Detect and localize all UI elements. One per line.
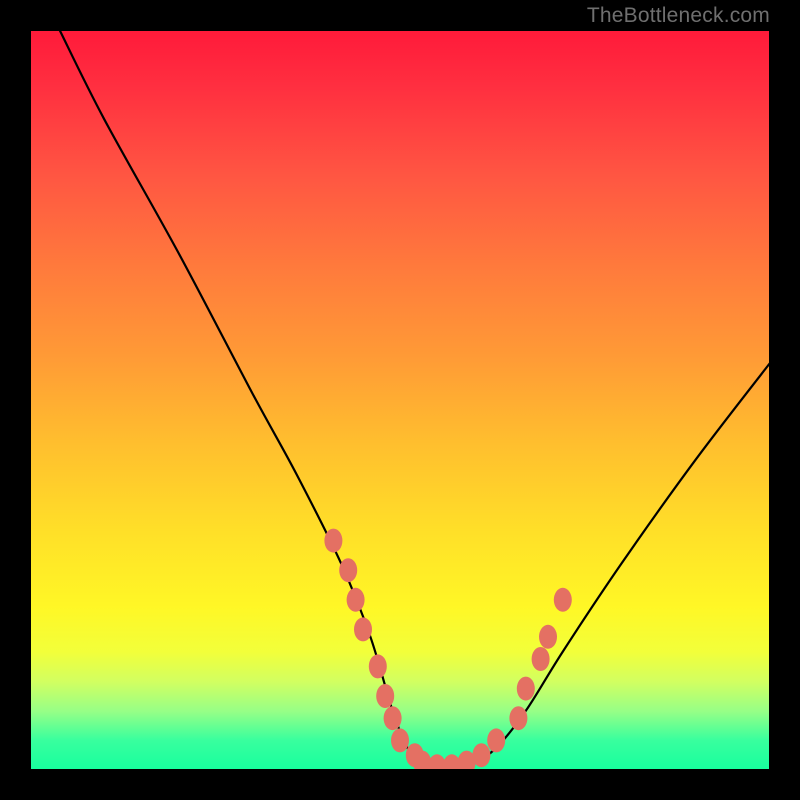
curve-markers bbox=[324, 529, 571, 770]
curve-marker bbox=[472, 743, 490, 767]
plot-area bbox=[30, 30, 770, 770]
curve-marker bbox=[532, 647, 550, 671]
curve-marker bbox=[391, 728, 409, 752]
bottleneck-curve bbox=[60, 30, 770, 770]
attribution-text: TheBottleneck.com bbox=[587, 4, 770, 28]
curve-marker bbox=[347, 588, 365, 612]
curve-marker bbox=[384, 706, 402, 730]
curve-marker bbox=[554, 588, 572, 612]
chart-frame: TheBottleneck.com bbox=[0, 0, 800, 800]
curve-marker bbox=[354, 617, 372, 641]
curve-marker bbox=[487, 728, 505, 752]
curve-marker bbox=[369, 654, 387, 678]
curve-marker bbox=[324, 529, 342, 553]
curve-marker bbox=[376, 684, 394, 708]
curve-marker bbox=[509, 706, 527, 730]
curve-marker bbox=[339, 558, 357, 582]
curve-marker bbox=[539, 625, 557, 649]
curve-marker bbox=[517, 677, 535, 701]
chart-svg bbox=[30, 30, 770, 770]
